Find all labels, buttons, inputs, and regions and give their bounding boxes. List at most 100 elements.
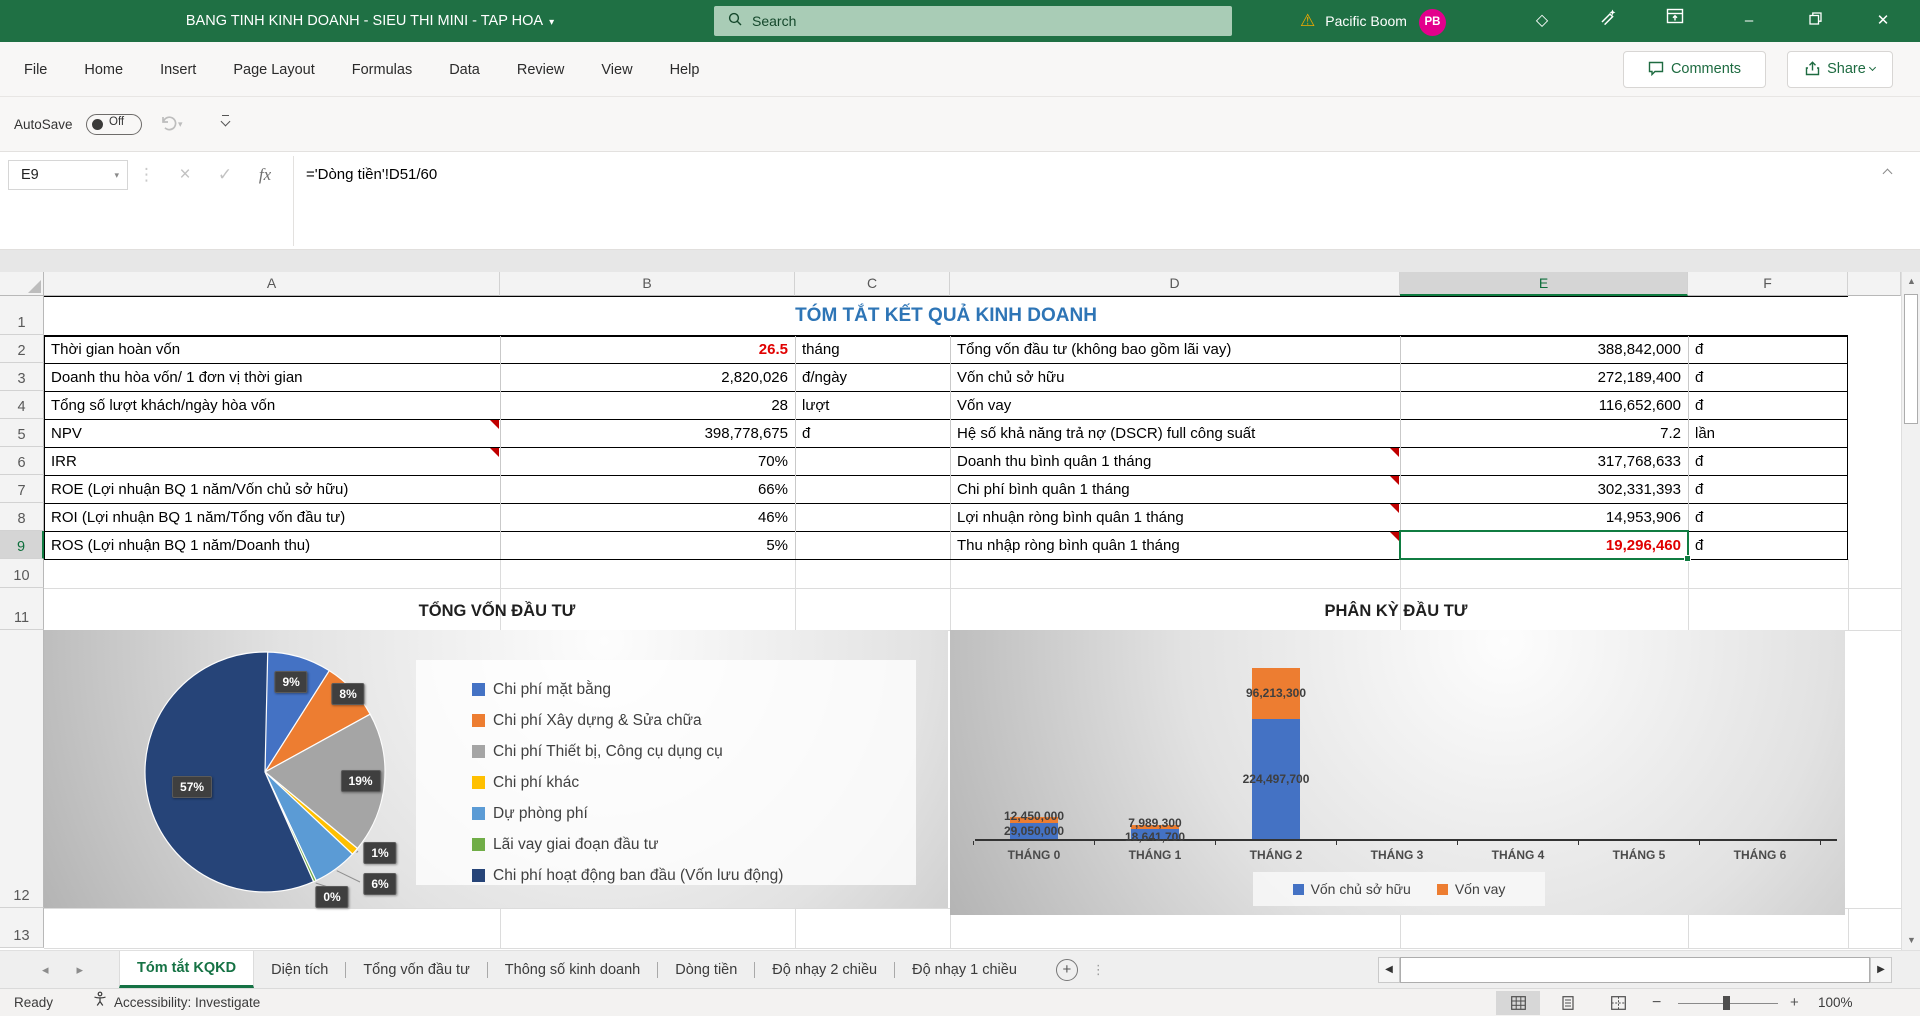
bar-chart-title[interactable]: PHÂN KỲ ĐẦU TƯ xyxy=(950,592,1842,630)
horizontal-scroll-track[interactable] xyxy=(1400,957,1870,983)
row-header-13[interactable]: 13 xyxy=(0,908,44,948)
cell-C4[interactable]: lượt xyxy=(795,391,950,419)
comments-button[interactable]: Comments xyxy=(1623,51,1766,88)
cell-A5[interactable]: NPV xyxy=(44,419,500,447)
cell-A6[interactable]: IRR xyxy=(44,447,500,475)
row-header-11[interactable]: 11 xyxy=(0,588,44,630)
draw-wand-icon[interactable] xyxy=(1588,0,1628,42)
share-button[interactable]: Share xyxy=(1787,51,1893,88)
row-header-5[interactable]: 5 xyxy=(0,419,44,447)
accessibility-status[interactable]: Accessibility: Investigate xyxy=(92,989,260,1016)
sheet-tab-tóm-tắt-kqkd[interactable]: Tóm tắt KQKD xyxy=(119,951,254,988)
cell-F6[interactable]: đ xyxy=(1688,447,1848,475)
premium-diamond-icon[interactable]: ◇ xyxy=(1522,0,1562,42)
cell-D9[interactable]: Thu nhập ròng bình quân 1 tháng xyxy=(950,531,1400,559)
cell-F3[interactable]: đ xyxy=(1688,363,1848,391)
horizontal-scrollbar[interactable]: ◀ ▶ xyxy=(1378,957,1892,983)
row-header-12[interactable]: 12 xyxy=(0,630,44,908)
cell-B9[interactable]: 5% xyxy=(500,531,795,559)
pie-chart[interactable]: 9%8%19%1%6%0%57%Chi phí mặt bằngChi phí … xyxy=(44,630,948,908)
next-sheet-icon[interactable]: ▸ xyxy=(77,962,84,978)
cell-F5[interactable]: lần xyxy=(1688,419,1848,447)
vertical-scroll-thumb[interactable] xyxy=(1904,294,1918,424)
normal-view-button[interactable] xyxy=(1496,991,1540,1015)
restore-button[interactable] xyxy=(1792,0,1838,42)
row-header-4[interactable]: 4 xyxy=(0,391,44,419)
column-header-c[interactable]: C xyxy=(795,272,950,296)
row-header-6[interactable]: 6 xyxy=(0,447,44,475)
scroll-right-icon[interactable]: ▶ xyxy=(1870,957,1892,983)
scroll-up-icon[interactable]: ▲ xyxy=(1902,272,1920,291)
document-title[interactable]: BANG TINH KINH DOANH - SIEU THI MINI - T… xyxy=(130,0,610,42)
cell-B3[interactable]: 2,820,026 xyxy=(500,363,795,391)
ribbon-tab-file[interactable]: File xyxy=(24,62,47,78)
cancel-icon[interactable]: × xyxy=(170,160,200,190)
cell-D4[interactable]: Vốn vay xyxy=(950,391,1400,419)
cell-E6[interactable]: 317,768,633 xyxy=(1400,447,1688,475)
row-header-9[interactable]: 9 xyxy=(0,531,44,559)
legend-item[interactable]: Dự phòng phí xyxy=(472,798,916,829)
cell-E7[interactable]: 302,331,393 xyxy=(1400,475,1688,503)
sheet-tab-độ-nhạy-1-chiều[interactable]: Độ nhạy 1 chiều xyxy=(895,951,1034,988)
cell-A9[interactable]: ROS (Lợi nhuận BQ 1 năm/Doanh thu) xyxy=(44,531,500,559)
cell-E2[interactable]: 388,842,000 xyxy=(1400,335,1688,363)
cell-D6[interactable]: Doanh thu bình quân 1 tháng xyxy=(950,447,1400,475)
scroll-down-icon[interactable]: ▼ xyxy=(1902,931,1920,950)
legend-item[interactable]: Lãi vay giai đoạn đầu tư xyxy=(472,829,916,860)
legend-item[interactable]: Chi phí mặt bằng xyxy=(472,674,916,705)
fill-handle[interactable] xyxy=(1684,555,1691,562)
cell-F9[interactable]: đ xyxy=(1688,531,1848,559)
new-sheet-button[interactable]: + xyxy=(1056,959,1078,981)
row-header-7[interactable]: 7 xyxy=(0,475,44,503)
vertical-scrollbar[interactable]: ▲ ▼ xyxy=(1901,272,1920,950)
cell-B2[interactable]: 26.5 xyxy=(500,335,795,363)
row-header-10[interactable]: 10 xyxy=(0,559,44,588)
cell-B6[interactable]: 70% xyxy=(500,447,795,475)
legend-item[interactable]: Chi phí Thiết bị, Công cụ dụng cụ xyxy=(472,736,916,767)
sheet-tab-diện-tích[interactable]: Diện tích xyxy=(254,951,345,988)
sheet-tab-dòng-tiền[interactable]: Dòng tiền xyxy=(658,951,754,988)
row-header-1[interactable]: 1 xyxy=(0,296,44,335)
customize-qat-icon[interactable] xyxy=(222,97,229,152)
cell-C6[interactable] xyxy=(795,447,950,475)
legend-item[interactable]: Chi phí hoạt động ban đầu (Vốn lưu động) xyxy=(472,860,916,891)
cell-C5[interactable]: đ xyxy=(795,419,950,447)
cell-A4[interactable]: Tổng số lượt khách/ngày hòa vốn xyxy=(44,391,500,419)
cell-A3[interactable]: Doanh thu hòa vốn/ 1 đơn vị thời gian xyxy=(44,363,500,391)
cell-B5[interactable]: 398,778,675 xyxy=(500,419,795,447)
legend-item[interactable]: Vốn vay xyxy=(1437,881,1506,897)
row-header-8[interactable]: 8 xyxy=(0,503,44,531)
cell-C8[interactable] xyxy=(795,503,950,531)
row-header-2[interactable]: 2 xyxy=(0,335,44,363)
cell-E5[interactable]: 7.2 xyxy=(1400,419,1688,447)
cell-C9[interactable] xyxy=(795,531,950,559)
cell-A7[interactable]: ROE (Lợi nhuận BQ 1 năm/Vốn chủ sở hữu) xyxy=(44,475,500,503)
avatar[interactable]: PB xyxy=(1419,9,1446,36)
sheet-tab-tổng-vốn-đầu-tư[interactable]: Tổng vốn đầu tư xyxy=(346,951,486,988)
cell-C3[interactable]: đ/ngày xyxy=(795,363,950,391)
zoom-slider-thumb[interactable] xyxy=(1723,996,1730,1010)
cell-D2[interactable]: Tổng vốn đầu tư (không bao gồm lãi vay) xyxy=(950,335,1400,363)
ribbon-tab-formulas[interactable]: Formulas xyxy=(352,62,412,78)
ribbon-tab-view[interactable]: View xyxy=(601,62,632,78)
cell-F8[interactable]: đ xyxy=(1688,503,1848,531)
scroll-left-icon[interactable]: ◀ xyxy=(1378,957,1400,983)
select-all-corner[interactable] xyxy=(0,272,44,296)
account-area[interactable]: ⚠Pacific BoomPB xyxy=(1300,0,1446,42)
cell-D7[interactable]: Chi phí bình quân 1 tháng xyxy=(950,475,1400,503)
ribbon-display-options-icon[interactable] xyxy=(1655,0,1695,42)
cell-E3[interactable]: 272,189,400 xyxy=(1400,363,1688,391)
cell-A8[interactable]: ROI (Lợi nhuận BQ 1 năm/Tổng vốn đầu tư) xyxy=(44,503,500,531)
sheet-tab-thông-số-kinh-doanh[interactable]: Thông số kinh doanh xyxy=(488,951,657,988)
cell-F2[interactable]: đ xyxy=(1688,335,1848,363)
cell-D5[interactable]: Hệ số khả năng trả nợ (DSCR) full công s… xyxy=(950,419,1400,447)
zoom-level[interactable]: 100% xyxy=(1818,989,1853,1016)
column-header-a[interactable]: A xyxy=(44,272,500,296)
ribbon-tab-review[interactable]: Review xyxy=(517,62,565,78)
legend-item[interactable]: Chi phí khác xyxy=(472,767,916,798)
close-button[interactable]: ✕ xyxy=(1860,0,1906,42)
collapse-formula-bar-icon[interactable] xyxy=(1884,162,1891,180)
formula-input[interactable]: ='Dòng tiền'!D51/60 xyxy=(306,160,437,190)
column-header-b[interactable]: B xyxy=(500,272,795,296)
cell-D8[interactable]: Lợi nhuận ròng bình quân 1 tháng xyxy=(950,503,1400,531)
